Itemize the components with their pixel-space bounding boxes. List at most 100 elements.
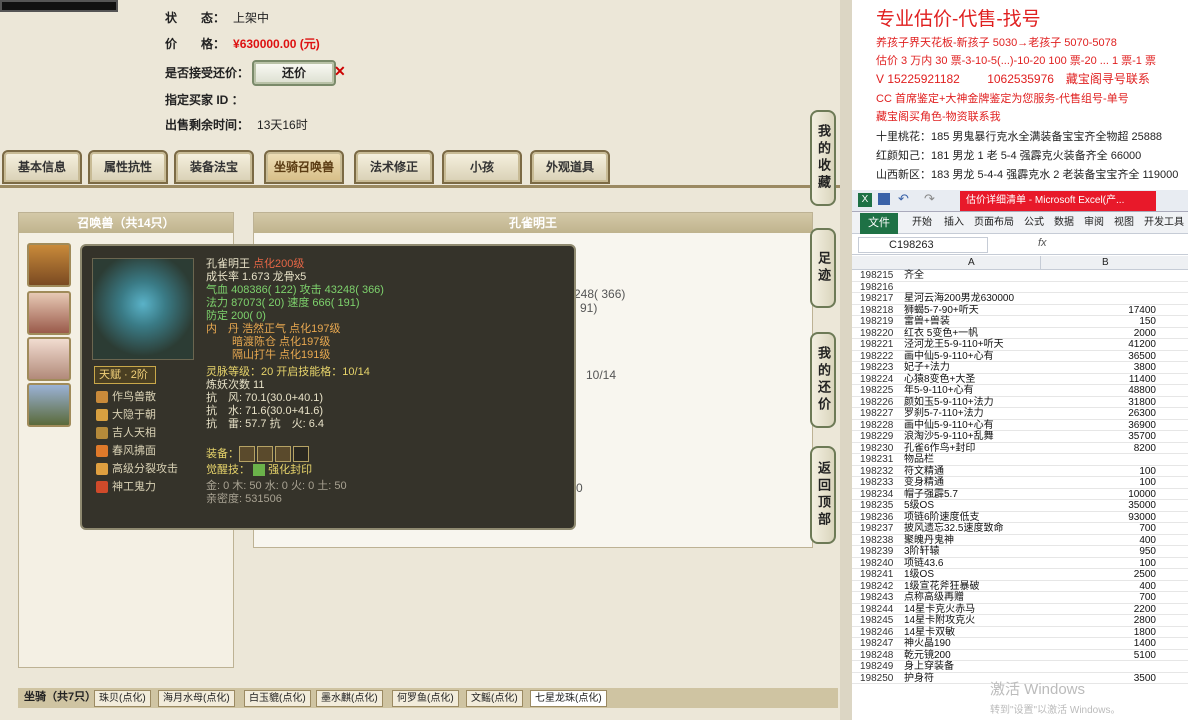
cell-b[interactable]: 31800 xyxy=(1128,397,1156,409)
table-row[interactable]: 198223 妃子+法力 3800 xyxy=(852,362,1188,374)
table-row[interactable]: 198240 项链43.6 100 xyxy=(852,558,1188,570)
cell-b[interactable]: 36900 xyxy=(1128,420,1156,432)
table-row[interactable]: 198233 变身精通 100 xyxy=(852,477,1188,489)
cell-b[interactable]: 26300 xyxy=(1128,408,1156,420)
name-box[interactable]: C198263 xyxy=(858,237,988,253)
cell-a[interactable]: 变身精通 xyxy=(904,477,944,489)
equip-slot-icon[interactable] xyxy=(257,446,273,462)
save-icon[interactable] xyxy=(878,193,890,205)
cell-a[interactable]: 泾河龙王5-9-110+听天 xyxy=(904,339,1004,351)
table-row[interactable]: 198236 项链6阶速度低支 93000 xyxy=(852,512,1188,524)
cell-a[interactable]: 齐全 xyxy=(904,270,924,282)
table-row[interactable]: 198245 14星卡附攻克火 2800 xyxy=(852,615,1188,627)
cell-b[interactable]: 700 xyxy=(1139,592,1156,604)
table-row[interactable]: 198235 5级OS 35000 xyxy=(852,500,1188,512)
cell-a[interactable]: 身上穿装备 xyxy=(904,661,954,673)
table-row[interactable]: 198232 符文精通 100 xyxy=(852,466,1188,478)
table-row[interactable]: 198248 乾元镜200 5100 xyxy=(852,650,1188,662)
my-favorites-button[interactable]: 我的收藏 xyxy=(810,110,836,206)
close-icon[interactable]: ✕ xyxy=(334,63,346,80)
ribbon-tab-file[interactable]: 文件 xyxy=(860,213,898,234)
cell-a[interactable]: 1级宣花斧狂暴破 xyxy=(904,581,980,593)
table-row[interactable]: 198228 画中仙5-9-110+心有 36900 xyxy=(852,420,1188,432)
table-row[interactable]: 198237 披风遗忘32.5速度致命 700 xyxy=(852,523,1188,535)
page-scrollbar[interactable] xyxy=(840,0,852,720)
cell-b[interactable]: 10000 xyxy=(1128,489,1156,501)
table-row[interactable]: 198231 物品栏 xyxy=(852,454,1188,466)
cell-a[interactable]: 画中仙5-9-110+心有 xyxy=(904,351,994,363)
cell-b[interactable]: 41200 xyxy=(1128,339,1156,351)
cell-b[interactable]: 100 xyxy=(1139,558,1156,570)
column-header-a[interactable]: A xyxy=(968,256,975,270)
cell-a[interactable]: 项链6阶速度低支 xyxy=(904,512,980,524)
tab-children[interactable]: 小孩 xyxy=(442,150,522,184)
cell-a[interactable]: 14星卡附攻克火 xyxy=(904,615,975,627)
cell-b[interactable]: 3800 xyxy=(1134,362,1156,374)
cell-a[interactable]: 孔雀6作鸟+封印 xyxy=(904,443,975,455)
table-row[interactable]: 198216 xyxy=(852,282,1188,293)
cell-b[interactable]: 150 xyxy=(1139,316,1156,328)
cell-a[interactable]: 符文精通 xyxy=(904,466,944,478)
skill-item[interactable]: 大隐于朝 xyxy=(96,406,156,424)
table-row[interactable]: 198227 罗刹5-7-110+法力 26300 xyxy=(852,408,1188,420)
cell-a[interactable]: 聚魄丹鬼神 xyxy=(904,535,954,547)
cell-b[interactable]: 400 xyxy=(1139,535,1156,547)
cell-b[interactable]: 100 xyxy=(1139,477,1156,489)
cell-b[interactable]: 2000 xyxy=(1134,328,1156,340)
footprint-button[interactable]: 足迹 xyxy=(810,228,836,308)
cell-a[interactable]: 乾元镜200 xyxy=(904,650,951,662)
cell-a[interactable]: 雷兽+兽装 xyxy=(904,316,950,328)
cell-a[interactable]: 14星卡克火赤马 xyxy=(904,604,975,616)
summon-portrait[interactable] xyxy=(27,243,71,287)
cell-b[interactable]: 400 xyxy=(1139,581,1156,593)
cell-b[interactable]: 36500 xyxy=(1128,351,1156,363)
cell-a[interactable]: 浪淘沙5-9-110+乱舞 xyxy=(904,431,994,443)
column-header-b[interactable]: B xyxy=(1102,256,1109,270)
cell-a[interactable]: 披风遗忘32.5速度致命 xyxy=(904,523,1003,535)
tab-spell-mods[interactable]: 法术修正 xyxy=(354,150,434,184)
character-thumbnail[interactable] xyxy=(0,0,118,12)
tab-mounts-summons[interactable]: 坐骑召唤兽 xyxy=(264,150,344,184)
ribbon-tab-developer[interactable]: 开发工具 xyxy=(1144,215,1184,231)
table-row[interactable]: 198242 1级宣花斧狂暴破 400 xyxy=(852,581,1188,593)
cell-b[interactable]: 2800 xyxy=(1134,615,1156,627)
cell-b[interactable]: 1800 xyxy=(1134,627,1156,639)
cell-a[interactable]: 神火晶190 xyxy=(904,638,951,650)
cell-b[interactable]: 950 xyxy=(1139,546,1156,558)
mount-tab[interactable]: 海月水母(点化) xyxy=(158,690,235,707)
skill-item[interactable]: 神工鬼力 xyxy=(96,478,156,496)
ribbon-tab-insert[interactable]: 插入 xyxy=(944,215,964,231)
cell-b[interactable]: 1400 xyxy=(1134,638,1156,650)
cell-a[interactable]: 护身符 xyxy=(904,673,934,685)
cell-a[interactable]: 罗刹5-7-110+法力 xyxy=(904,408,984,420)
cell-a[interactable]: 妃子+法力 xyxy=(904,362,950,374)
table-row[interactable]: 198243 点称高级再赠 700 xyxy=(852,592,1188,604)
table-row[interactable]: 198230 孔雀6作鸟+封印 8200 xyxy=(852,443,1188,455)
mount-tab[interactable]: 文鳐(点化) xyxy=(466,690,523,707)
table-row[interactable]: 198239 3阶轩辕 950 xyxy=(852,546,1188,558)
undo-icon[interactable]: ↶ xyxy=(898,191,909,207)
my-offers-button[interactable]: 我的还价 xyxy=(810,332,836,428)
mount-tab[interactable]: 七星龙珠(点化) xyxy=(530,690,607,707)
mount-tab[interactable]: 何罗鱼(点化) xyxy=(392,690,459,707)
equip-slot-icon[interactable] xyxy=(275,446,291,462)
table-row[interactable]: 198219 雷兽+兽装 150 xyxy=(852,316,1188,328)
table-row[interactable]: 198244 14星卡克火赤马 2200 xyxy=(852,604,1188,616)
skill-item[interactable]: 高级分裂攻击 xyxy=(96,460,178,478)
redo-icon[interactable]: ↷ xyxy=(924,191,935,207)
cell-a[interactable]: 3阶轩辕 xyxy=(904,546,940,558)
cell-b[interactable]: 93000 xyxy=(1128,512,1156,524)
cell-a[interactable]: 心猿8变色+大圣 xyxy=(904,374,975,386)
table-row[interactable]: 198249 身上穿装备 xyxy=(852,661,1188,673)
cell-a[interactable]: 点称高级再赠 xyxy=(904,592,964,604)
haggle-button[interactable]: 还价 xyxy=(252,60,336,86)
mount-tab[interactable]: 珠贝(点化) xyxy=(94,690,151,707)
cell-a[interactable]: 14星卡双敏 xyxy=(904,627,955,639)
cell-b[interactable]: 35700 xyxy=(1128,431,1156,443)
cell-b[interactable]: 11400 xyxy=(1129,374,1156,386)
cell-b[interactable]: 2500 xyxy=(1134,569,1156,581)
cell-a[interactable]: 帽子强霹5.7 xyxy=(904,489,958,501)
table-row[interactable]: 198229 浪淘沙5-9-110+乱舞 35700 xyxy=(852,431,1188,443)
table-row[interactable]: 198226 颜如玉5-9-110+法力 31800 xyxy=(852,397,1188,409)
cell-a[interactable]: 1级OS xyxy=(904,569,934,581)
